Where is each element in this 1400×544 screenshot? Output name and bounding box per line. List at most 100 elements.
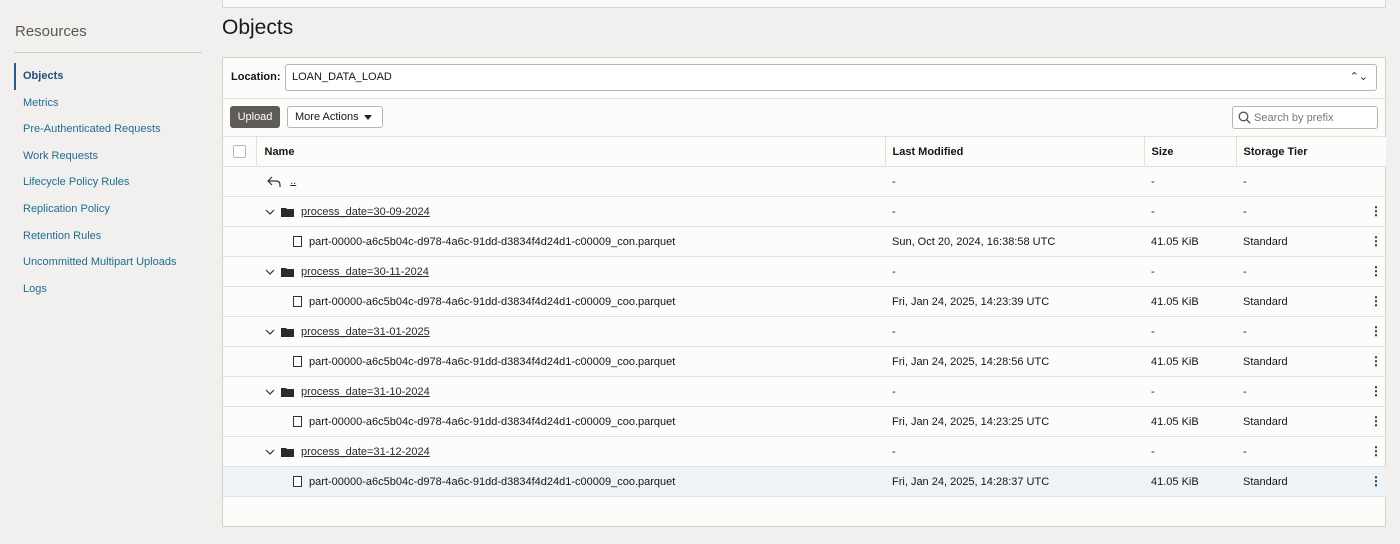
more-actions-label: More Actions: [295, 111, 359, 123]
size-cell: -: [1144, 196, 1236, 227]
storage-tier-value: -: [1243, 265, 1247, 278]
storage-tier-cell: - ⋮: [1236, 256, 1386, 287]
file-icon: [293, 296, 302, 308]
storage-tier-cell: -: [1236, 166, 1386, 197]
size-cell: -: [1144, 316, 1236, 347]
name-cell: part-00000-a6c5b04c-d978-4a6c-91dd-d3834…: [256, 346, 885, 377]
row-actions-kebab-icon[interactable]: ⋮: [1370, 475, 1382, 487]
last-modified-cell: -: [885, 256, 1144, 287]
table-body: .. - - - process_date=30-09-2024- - - ⋮ part…: [223, 166, 1386, 497]
storage-tier-value: Standard: [1243, 295, 1288, 308]
select-chevron-icon: ⌃⌄: [1349, 71, 1368, 83]
sidebar-item-logs[interactable]: Logs: [14, 276, 202, 303]
chevron-down-icon[interactable]: [264, 388, 276, 396]
storage-tier-cell: Standard ⋮: [1236, 346, 1386, 377]
sidebar-item-replication-policy[interactable]: Replication Policy: [14, 196, 202, 223]
parent-directory-link[interactable]: ..: [290, 175, 296, 187]
folder-link[interactable]: process_date=31-12-2024: [301, 446, 430, 458]
storage-tier-value: -: [1243, 385, 1247, 398]
name-cell: part-00000-a6c5b04c-d978-4a6c-91dd-d3834…: [256, 466, 885, 497]
last-modified-cell: -: [885, 166, 1144, 197]
storage-tier-value: Standard: [1243, 235, 1288, 248]
size-cell: 41.05 KiB: [1144, 286, 1236, 317]
more-actions-button[interactable]: More Actions: [287, 106, 383, 128]
last-modified-cell: Fri, Jan 24, 2025, 14:23:25 UTC: [885, 406, 1144, 437]
column-header-last-modified[interactable]: Last Modified: [885, 136, 1145, 167]
storage-tier-cell: Standard ⋮: [1236, 466, 1386, 497]
file-name[interactable]: part-00000-a6c5b04c-d978-4a6c-91dd-d3834…: [309, 236, 675, 248]
row-actions-kebab-icon[interactable]: ⋮: [1370, 235, 1382, 247]
row-checkbox-cell: [223, 316, 256, 347]
size-cell: 41.05 KiB: [1144, 466, 1236, 497]
page-title: Objects: [222, 16, 294, 39]
file-name[interactable]: part-00000-a6c5b04c-d978-4a6c-91dd-d3834…: [309, 416, 675, 428]
row-actions-kebab-icon[interactable]: ⋮: [1370, 415, 1382, 427]
folder-icon: [281, 387, 294, 397]
name-cell: part-00000-a6c5b04c-d978-4a6c-91dd-d3834…: [256, 286, 885, 317]
location-select[interactable]: LOAN_DATA_LOAD ⌃⌄: [285, 64, 1377, 91]
row-actions-kebab-icon[interactable]: ⋮: [1370, 265, 1382, 277]
row-actions-kebab-icon[interactable]: ⋮: [1370, 205, 1382, 217]
folder-icon: [281, 267, 294, 277]
storage-tier-value: Standard: [1243, 415, 1288, 428]
folder-link[interactable]: process_date=30-09-2024: [301, 206, 430, 218]
sidebar-item-objects[interactable]: Objects: [14, 63, 202, 90]
location-label: Location:: [231, 71, 281, 83]
column-header-size[interactable]: Size: [1144, 136, 1237, 167]
sidebar-item-work-requests[interactable]: Work Requests: [14, 143, 202, 170]
file-name[interactable]: part-00000-a6c5b04c-d978-4a6c-91dd-d3834…: [309, 296, 675, 308]
row-actions-kebab-icon[interactable]: ⋮: [1370, 445, 1382, 457]
storage-tier-cell: Standard ⋮: [1236, 286, 1386, 317]
folder-link[interactable]: process_date=30-11-2024: [301, 266, 429, 278]
upload-button[interactable]: Upload: [230, 106, 280, 128]
select-all-checkbox[interactable]: [233, 145, 246, 158]
toolbar: Upload More Actions: [223, 99, 1385, 136]
storage-tier-cell: - ⋮: [1236, 196, 1386, 227]
last-modified-cell: Fri, Jan 24, 2025, 14:28:56 UTC: [885, 346, 1144, 377]
row-checkbox-cell: [223, 406, 256, 437]
search-box[interactable]: [1232, 106, 1378, 129]
file-icon: [293, 356, 302, 368]
row-actions-kebab-icon[interactable]: ⋮: [1370, 355, 1382, 367]
folder-icon: [281, 327, 294, 337]
sidebar-title: Resources: [14, 18, 202, 53]
last-modified-cell: Fri, Jan 24, 2025, 14:23:39 UTC: [885, 286, 1144, 317]
sidebar-item-uncommitted-multipart-uploads[interactable]: Uncommitted Multipart Uploads: [14, 249, 202, 276]
column-header-storage-tier[interactable]: Storage Tier: [1236, 136, 1386, 167]
chevron-down-icon[interactable]: [264, 448, 276, 456]
row-checkbox-cell: [223, 226, 256, 257]
file-icon: [293, 476, 302, 488]
storage-tier-value: -: [1243, 205, 1247, 218]
row-checkbox-cell: [223, 256, 256, 287]
file-icon: [293, 416, 302, 428]
name-cell: part-00000-a6c5b04c-d978-4a6c-91dd-d3834…: [256, 406, 885, 437]
file-name[interactable]: part-00000-a6c5b04c-d978-4a6c-91dd-d3834…: [309, 476, 675, 488]
name-cell: ..: [256, 166, 885, 197]
last-modified-cell: -: [885, 316, 1144, 347]
row-actions-kebab-icon[interactable]: ⋮: [1370, 385, 1382, 397]
size-cell: 41.05 KiB: [1144, 346, 1236, 377]
search-input[interactable]: [1254, 109, 1374, 126]
chevron-down-icon[interactable]: [264, 208, 276, 216]
sidebar-item-lifecycle-policy-rules[interactable]: Lifecycle Policy Rules: [14, 169, 202, 196]
folder-row: process_date=31-01-2025- - - ⋮: [223, 316, 1386, 347]
folder-icon: [281, 447, 294, 457]
storage-tier-cell: Standard ⋮: [1236, 226, 1386, 257]
row-actions-kebab-icon[interactable]: ⋮: [1370, 325, 1382, 337]
sidebar-item-retention-rules[interactable]: Retention Rules: [14, 223, 202, 250]
folder-link[interactable]: process_date=31-01-2025: [301, 326, 430, 338]
chevron-down-icon[interactable]: [264, 268, 276, 276]
row-actions-kebab-icon[interactable]: ⋮: [1370, 295, 1382, 307]
folder-row: process_date=30-09-2024 - - - ⋮: [223, 196, 1386, 227]
column-header-name[interactable]: Name: [256, 136, 886, 167]
sidebar-nav: Objects Metrics Pre-Authenticated Requests…: [14, 63, 202, 302]
storage-tier-cell: - ⋮: [1236, 376, 1386, 407]
file-name[interactable]: part-00000-a6c5b04c-d978-4a6c-91dd-d3834…: [309, 356, 675, 368]
chevron-down-icon[interactable]: [264, 328, 276, 336]
sidebar-item-metrics[interactable]: Metrics: [14, 90, 202, 117]
search-icon: [1238, 111, 1251, 124]
name-cell: process_date=31-10-2024: [256, 376, 885, 407]
folder-link[interactable]: process_date=31-10-2024: [301, 386, 430, 398]
sidebar-item-pre-authenticated-requests[interactable]: Pre-Authenticated Requests: [14, 116, 202, 143]
row-checkbox-cell: [223, 166, 256, 197]
